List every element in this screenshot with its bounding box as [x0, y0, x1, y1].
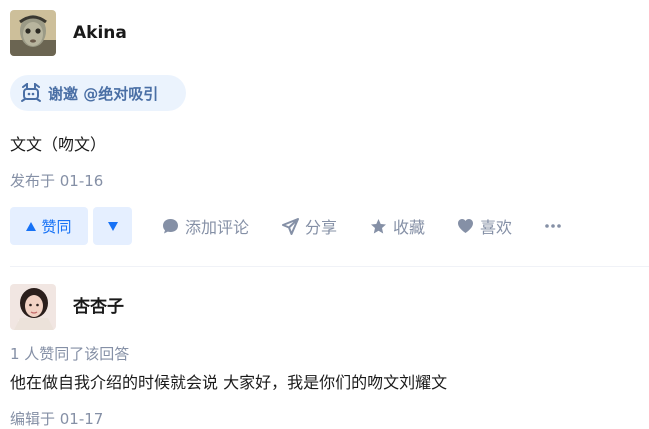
- like-label: 喜欢: [480, 218, 513, 237]
- upvote-count: 1 人赞同了该回答: [10, 345, 130, 363]
- author-avatar[interactable]: [10, 284, 56, 330]
- answer-divider: [10, 266, 649, 267]
- invite-badge[interactable]: 谢邀 @绝对吸引: [10, 75, 186, 111]
- triangle-up-icon: [26, 221, 37, 231]
- invite-text: 谢邀 @绝对吸引: [48, 84, 159, 103]
- favorite-button[interactable]: 收藏: [370, 215, 425, 237]
- comment-button[interactable]: 添加评论: [162, 215, 249, 237]
- downvote-button[interactable]: [93, 207, 132, 245]
- author-name[interactable]: Akina: [73, 22, 127, 44]
- author-name[interactable]: 杏杏子: [73, 296, 124, 318]
- share-label: 分享: [305, 218, 338, 237]
- like-button[interactable]: 喜欢: [457, 215, 512, 237]
- publish-time[interactable]: 发布于 01-16: [10, 171, 103, 191]
- comment-icon: [163, 218, 178, 233]
- upvote-button[interactable]: 赞同: [10, 207, 88, 245]
- invite-icon: [21, 83, 41, 102]
- answer-content: 他在做自我介绍的时候就会说 大家好，我是你们的吻文刘耀文: [10, 373, 448, 392]
- star-icon: [371, 218, 386, 233]
- answer-content: 文文（吻文）: [10, 135, 107, 154]
- comment-label: 添加评论: [185, 218, 250, 237]
- share-icon: [282, 217, 299, 235]
- more-icon: [545, 224, 561, 228]
- edit-time[interactable]: 编辑于 01-17: [10, 409, 103, 429]
- triangle-down-icon: [107, 221, 118, 231]
- share-button[interactable]: 分享: [282, 215, 337, 237]
- upvote-label: 赞同: [41, 217, 72, 236]
- favorite-label: 收藏: [393, 218, 426, 237]
- more-button[interactable]: [545, 215, 567, 237]
- heart-icon: [458, 219, 473, 233]
- author-avatar[interactable]: [10, 10, 56, 56]
